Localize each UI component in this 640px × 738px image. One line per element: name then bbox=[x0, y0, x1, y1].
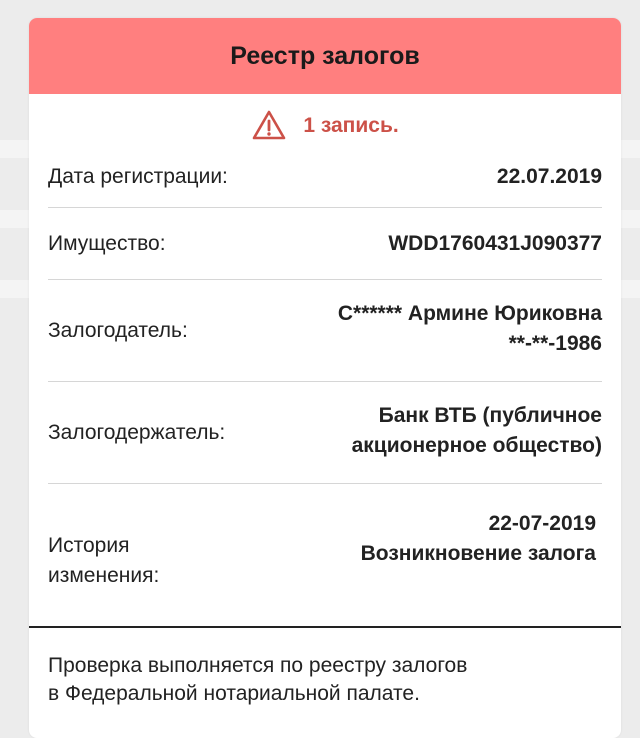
row-value: WDD1760431J090377 bbox=[388, 231, 602, 255]
row-pledgee: Залогодержатель: Банк ВТБ (публичное акц… bbox=[48, 382, 602, 484]
card-title: Реестр залогов bbox=[230, 41, 420, 70]
row-registration-date: Дата регистрации: 22.07.2019 bbox=[48, 146, 602, 208]
row-value: 22-07-2019 Возникновение залога bbox=[361, 509, 596, 569]
details-list: Дата регистрации: 22.07.2019 Имущество: … bbox=[48, 146, 602, 616]
source-note: Проверка выполняется по реестру залогов … bbox=[29, 626, 621, 708]
pledge-registry-card: Реестр залогов 1 запись. Дата регистраци… bbox=[29, 18, 621, 738]
row-label: Имущество: bbox=[48, 231, 166, 255]
row-value-line: Возникновение залога bbox=[360, 542, 596, 565]
row-value-line: **-**-1986 bbox=[508, 331, 602, 355]
row-label-line: История bbox=[48, 534, 130, 557]
row-change-history: История изменения: 22-07-2019 Возникнове… bbox=[48, 484, 602, 616]
row-value-line: С****** Армине Юриковна bbox=[337, 301, 602, 325]
row-label: Дата регистрации: bbox=[48, 164, 228, 188]
row-value: С****** Армине Юриковна **-**-1986 bbox=[338, 299, 602, 359]
row-property: Имущество: WDD1760431J090377 bbox=[48, 208, 602, 280]
row-label: Залогодержатель: bbox=[48, 420, 226, 444]
row-label: История изменения: bbox=[48, 531, 159, 591]
row-value: Банк ВТБ (публичное акционерное общество… bbox=[352, 401, 602, 461]
row-label-line: изменения: bbox=[48, 564, 160, 587]
row-value-line: 22-07-2019 bbox=[488, 512, 596, 535]
row-value-line: Банк ВТБ (публичное bbox=[378, 403, 602, 427]
card-header: Реестр залогов bbox=[29, 18, 621, 94]
row-value: 22.07.2019 bbox=[496, 164, 602, 188]
source-note-line: в Федеральной нотариальной палате. bbox=[48, 682, 420, 705]
row-value-line: акционерное общество) bbox=[351, 433, 602, 457]
source-note-line: Проверка выполняется по реестру залогов bbox=[48, 654, 468, 677]
warning-triangle-icon bbox=[253, 110, 286, 140]
records-count-text: 1 запись. bbox=[303, 114, 399, 137]
row-label: Залогодатель: bbox=[48, 318, 188, 342]
row-pledgor: Залогодатель: С****** Армине Юриковна **… bbox=[48, 280, 602, 382]
